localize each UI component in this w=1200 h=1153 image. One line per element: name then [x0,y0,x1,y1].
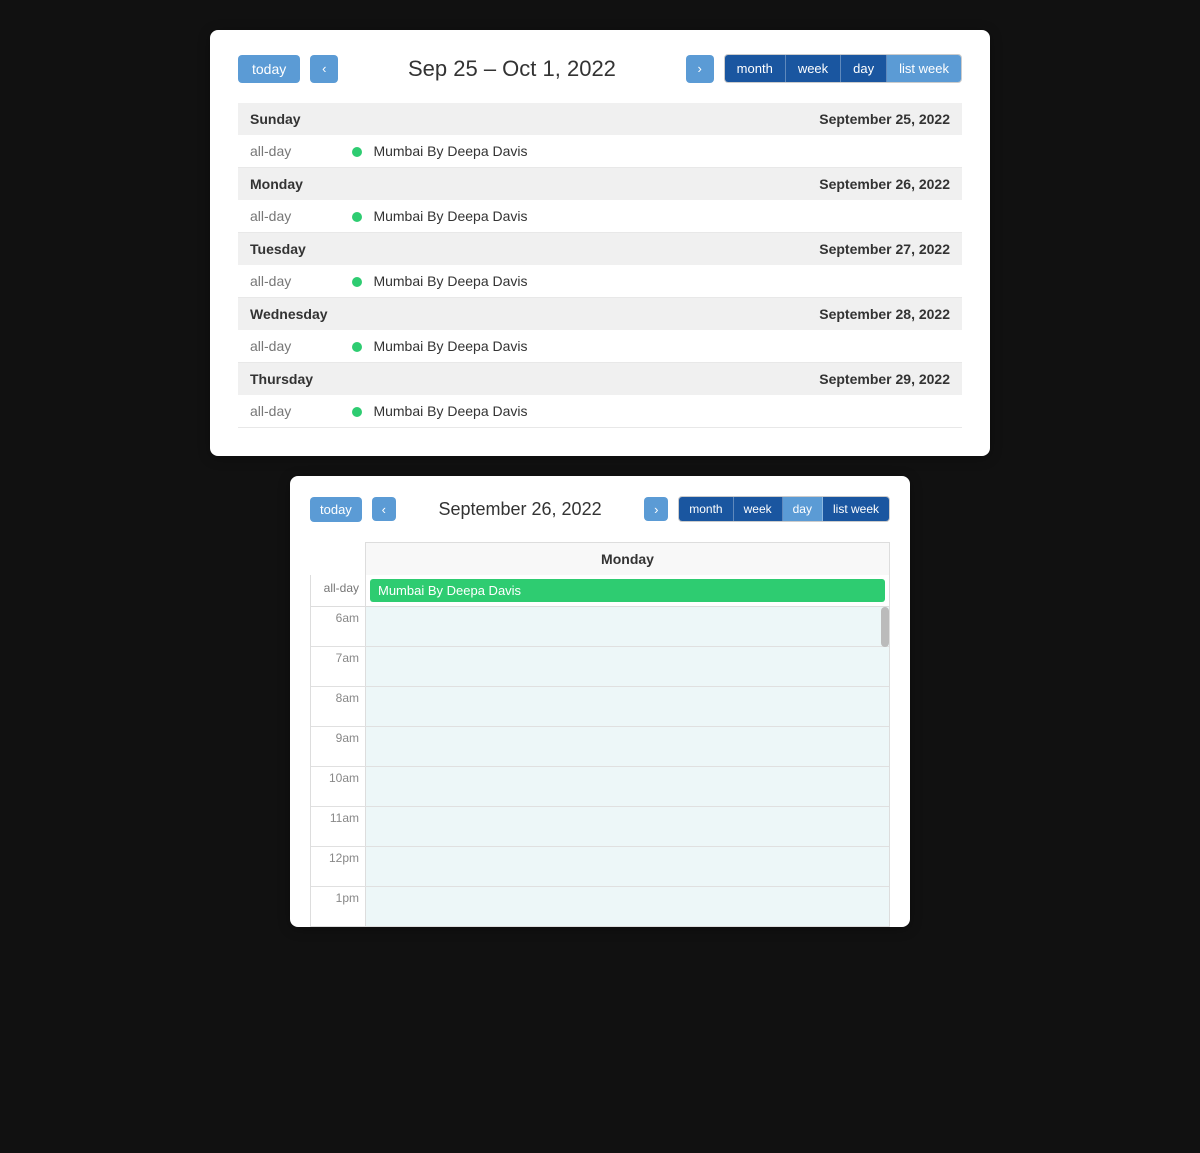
bottom-view-buttons: month week day list week [678,496,890,522]
event-title: Mumbai By Deepa Davis [373,273,527,289]
bottom-view-day[interactable]: day [783,497,823,521]
time-slot[interactable] [366,847,889,886]
day-header-row: Thursday September 29, 2022 [238,363,962,396]
time-label: 12pm [311,847,366,886]
time-slot[interactable] [366,687,889,726]
time-row: 12pm [311,847,889,887]
top-prev-button[interactable]: ‹ [310,55,338,83]
event-time: all-day [238,265,340,298]
day-name: Thursday [238,363,340,396]
allday-row: all-day Mumbai By Deepa Davis [310,575,890,607]
bottom-view-listweek[interactable]: list week [823,497,889,521]
event-time: all-day [238,200,340,233]
time-slot[interactable] [366,607,889,646]
day-name: Tuesday [238,233,340,266]
top-view-week[interactable]: week [786,55,841,82]
event-details[interactable]: Mumbai By Deepa Davis [340,200,962,233]
bottom-next-button[interactable]: › [644,497,668,521]
day-header-row: Monday September 26, 2022 [238,168,962,201]
day-date: September 25, 2022 [340,103,962,135]
bottom-calendar-panel: today ‹ September 26, 2022 › month week … [290,476,910,927]
day-column-header: Monday [365,542,890,575]
event-row: all-day Mumbai By Deepa Davis [238,265,962,298]
allday-label: all-day [311,575,366,606]
day-date: September 29, 2022 [340,363,962,396]
top-calendar-panel: today ‹ Sep 25 – Oct 1, 2022 › month wee… [210,30,990,456]
event-details[interactable]: Mumbai By Deepa Davis [340,265,962,298]
bottom-view-week[interactable]: week [734,497,783,521]
event-dot [352,277,362,287]
day-name: Sunday [238,103,340,135]
event-title: Mumbai By Deepa Davis [373,403,527,419]
bottom-prev-button[interactable]: ‹ [372,497,396,521]
time-label: 9am [311,727,366,766]
event-row: all-day Mumbai By Deepa Davis [238,135,962,168]
top-view-month[interactable]: month [725,55,786,82]
bottom-view-month[interactable]: month [679,497,733,521]
time-label: 8am [311,687,366,726]
top-view-listweek[interactable]: list week [887,55,961,82]
day-date: September 28, 2022 [340,298,962,331]
event-title: Mumbai By Deepa Davis [373,338,527,354]
time-slot[interactable] [366,807,889,846]
event-row: all-day Mumbai By Deepa Davis [238,200,962,233]
time-slot[interactable] [366,887,889,926]
event-dot [352,342,362,352]
event-details[interactable]: Mumbai By Deepa Davis [340,395,962,428]
bottom-today-button[interactable]: today [310,497,362,522]
time-label: 10am [311,767,366,806]
time-row: 9am [311,727,889,767]
time-label: 7am [311,647,366,686]
day-view-header: Monday [310,542,890,575]
event-details[interactable]: Mumbai By Deepa Davis [340,135,962,168]
event-time: all-day [238,395,340,428]
bottom-toolbar: today ‹ September 26, 2022 › month week … [310,496,890,522]
top-calendar-title: Sep 25 – Oct 1, 2022 [348,56,675,82]
top-calendar-list: Sunday September 25, 2022all-day Mumbai … [238,103,962,428]
time-label: 6am [311,607,366,646]
time-slot[interactable] [366,767,889,806]
event-row: all-day Mumbai By Deepa Davis [238,330,962,363]
event-time: all-day [238,330,340,363]
top-toolbar: today ‹ Sep 25 – Oct 1, 2022 › month wee… [238,54,962,83]
event-title: Mumbai By Deepa Davis [373,143,527,159]
event-row: all-day Mumbai By Deepa Davis [238,395,962,428]
top-view-buttons: month week day list week [724,54,962,83]
day-name: Monday [238,168,340,201]
time-grid: 6am 7am 8am 9am 10am 11am 12pm 1pm [310,607,890,927]
time-row: 11am [311,807,889,847]
allday-event-bar[interactable]: Mumbai By Deepa Davis [370,579,885,602]
event-dot [352,407,362,417]
scrollbar[interactable] [881,607,889,647]
time-row: 8am [311,687,889,727]
time-slot[interactable] [366,727,889,766]
event-time: all-day [238,135,340,168]
time-row: 6am [311,607,889,647]
time-label: 1pm [311,887,366,926]
event-details[interactable]: Mumbai By Deepa Davis [340,330,962,363]
time-slot[interactable] [366,647,889,686]
top-today-button[interactable]: today [238,55,300,83]
time-row: 10am [311,767,889,807]
day-name: Wednesday [238,298,340,331]
top-next-button[interactable]: › [686,55,714,83]
event-title: Mumbai By Deepa Davis [373,208,527,224]
top-view-day[interactable]: day [841,55,887,82]
day-date: September 26, 2022 [340,168,962,201]
day-header-row: Tuesday September 27, 2022 [238,233,962,266]
allday-event-cell: Mumbai By Deepa Davis [366,575,889,606]
time-row: 1pm [311,887,889,927]
time-label: 11am [311,807,366,846]
time-row: 7am [311,647,889,687]
day-header-row: Wednesday September 28, 2022 [238,298,962,331]
bottom-calendar-title: September 26, 2022 [406,499,634,520]
time-col-spacer [310,542,365,575]
day-date: September 27, 2022 [340,233,962,266]
day-header-row: Sunday September 25, 2022 [238,103,962,135]
event-dot [352,212,362,222]
event-dot [352,147,362,157]
